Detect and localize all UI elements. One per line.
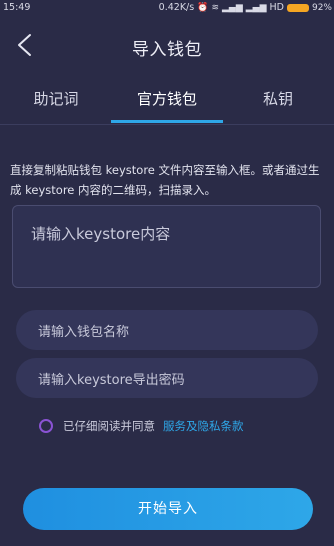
page-title: 导入钱包 — [132, 40, 202, 60]
wifi-icon: ≋ — [211, 2, 219, 13]
agreement-text: 已仔细阅读并同意 — [63, 419, 155, 433]
export-password-placeholder: 请输入keystore导出密码 — [38, 373, 185, 388]
battery-percent: 92% — [311, 2, 332, 13]
tab-mnemonic[interactable]: 助记词 — [28, 88, 84, 109]
start-import-button[interactable]: 开始导入 — [23, 488, 313, 530]
tab-bar: 助记词 官方钱包 私钥 — [0, 80, 334, 125]
export-password-input[interactable]: 请输入keystore导出密码 — [16, 358, 318, 398]
agreement-checkbox[interactable] — [39, 419, 53, 433]
active-tab-indicator — [111, 120, 223, 123]
terms-link[interactable]: 服务及隐私条款 — [163, 418, 244, 434]
battery-icon — [286, 3, 309, 12]
keystore-placeholder: 请输入keystore内容 — [31, 225, 171, 243]
tab-official-wallet[interactable]: 官方钱包 — [131, 88, 203, 109]
signal-icon-2: ▂▄▆ — [245, 2, 267, 13]
wallet-name-input[interactable]: 请输入钱包名称 — [16, 310, 318, 350]
network-type: HD — [269, 2, 284, 13]
keystore-textarea[interactable]: 请输入keystore内容 — [12, 205, 321, 288]
status-time: 15:49 — [3, 2, 31, 13]
status-indicators: 0.42K/s ⏰ ≋ ▂▄▆ ▂▄▆ HD 92% — [159, 2, 332, 13]
network-speed: 0.42K/s — [158, 2, 195, 13]
alarm-icon: ⏰ — [197, 2, 209, 13]
instruction-text: 直接复制粘贴钱包 keystore 文件内容至输入框。或者通过生成 keysto… — [10, 163, 320, 197]
tab-private-key[interactable]: 私钥 — [258, 88, 298, 109]
signal-icon: ▂▄▆ — [221, 2, 243, 13]
status-bar: 15:49 0.42K/s ⏰ ≋ ▂▄▆ ▂▄▆ HD 92% — [0, 0, 334, 15]
header: 导入钱包 — [0, 15, 334, 79]
wallet-name-placeholder: 请输入钱包名称 — [38, 325, 130, 340]
agreement-row: 已仔细阅读并同意 服务及隐私条款 — [39, 417, 244, 435]
